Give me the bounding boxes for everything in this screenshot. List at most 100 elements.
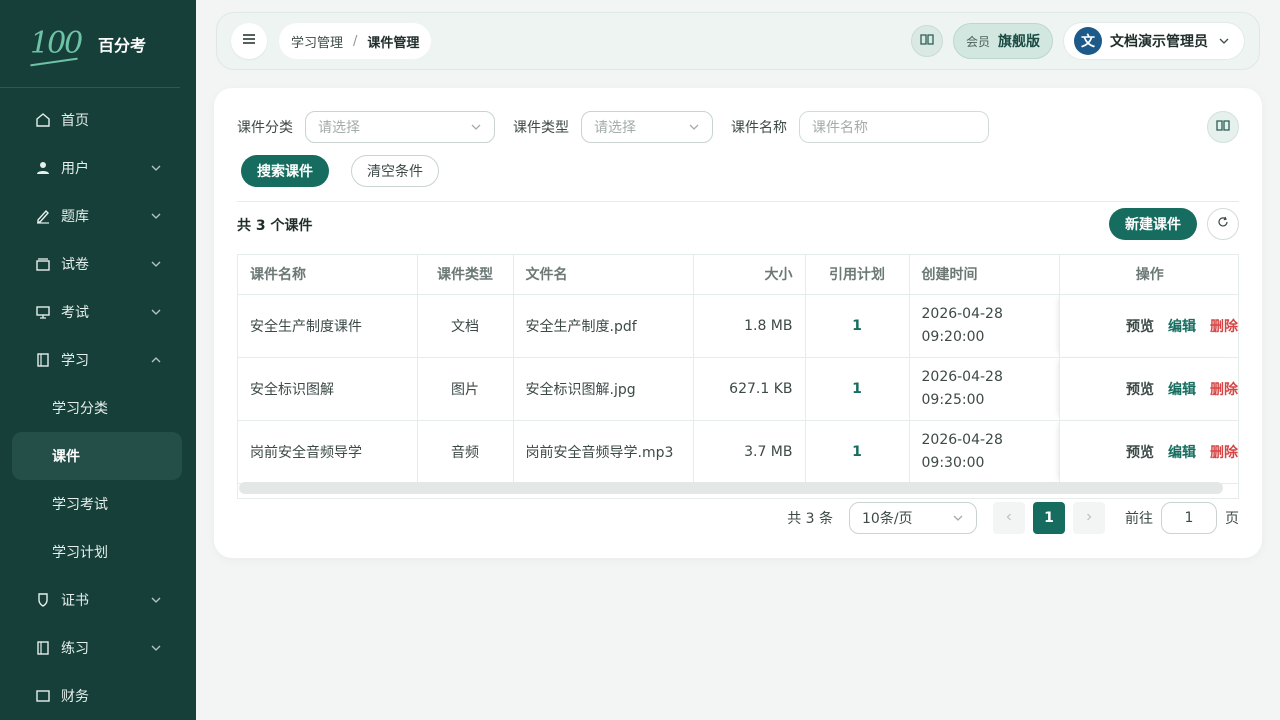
table-row: 岗前安全音频导学 音频 岗前安全音频导学.mp3 3.7 MB 1 2026-0…	[238, 420, 1238, 484]
user-name: 文档演示管理员	[1110, 34, 1208, 50]
cell-refs[interactable]: 1	[805, 420, 910, 484]
sidebar-item-label: 用户	[61, 161, 89, 177]
sidebar-item-papers[interactable]: 试卷	[0, 240, 196, 288]
sidebar-item-study[interactable]: 学习	[0, 336, 196, 384]
breadcrumb-item[interactable]: 学习管理	[291, 32, 343, 51]
sidebar-item-label: 考试	[61, 305, 89, 321]
clear-button[interactable]: 清空条件	[351, 155, 439, 187]
chevron-down-icon	[150, 210, 162, 222]
sidebar-item-label: 题库	[61, 209, 89, 225]
prev-page-button[interactable]	[993, 502, 1025, 534]
cell-created: 2026-04-28 09:30:00	[909, 420, 1060, 484]
help-button[interactable]	[1207, 111, 1239, 143]
sidebar-item-exam[interactable]: 考试	[0, 288, 196, 336]
category-placeholder: 请选择	[318, 120, 360, 136]
chevron-down-icon	[952, 512, 964, 524]
cell-name: 岗前安全音频导学	[238, 420, 418, 484]
preview-button[interactable]: 预览	[1126, 445, 1154, 461]
cell-size: 627.1 KB	[693, 357, 806, 421]
vip-badge[interactable]: 会员 旗舰版	[952, 23, 1053, 59]
cell-type: 文档	[417, 294, 514, 358]
type-placeholder: 请选择	[594, 120, 636, 136]
next-page-button[interactable]	[1073, 502, 1105, 534]
breadcrumb-current: 课件管理	[367, 35, 420, 51]
horizontal-scrollbar[interactable]	[239, 482, 1223, 494]
vip-label: 会员	[965, 34, 990, 49]
guide-button[interactable]	[910, 25, 943, 57]
col-header-type: 课件类型	[417, 255, 514, 295]
chevron-right-icon	[1084, 510, 1094, 526]
created-time: 09:25:00	[921, 391, 985, 408]
cell-type: 音频	[417, 420, 514, 484]
monitor-icon	[34, 303, 52, 321]
col-header-created: 创建时间	[909, 255, 1060, 295]
brand[interactable]: 100 百分考	[0, 0, 180, 88]
sidebar-subitem-courseware[interactable]: 课件	[12, 432, 182, 480]
book-open-icon	[920, 33, 934, 49]
sidebar-item-practice[interactable]: 练习	[0, 624, 196, 672]
sidebar-item-home[interactable]: 首页	[0, 96, 196, 144]
table-row: 安全生产制度课件 文档 安全生产制度.pdf 1.8 MB 1 2026-04-…	[238, 294, 1238, 358]
cell-refs[interactable]: 1	[805, 357, 910, 421]
cell-file: 岗前安全音频导学.mp3	[513, 420, 694, 484]
refresh-button[interactable]	[1207, 208, 1239, 240]
page-number-current[interactable]: 1	[1033, 502, 1065, 534]
breadcrumb-separator: /	[353, 33, 358, 49]
menu-toggle-button[interactable]	[231, 23, 267, 59]
divider	[237, 201, 1239, 202]
edit-button[interactable]: 编辑	[1168, 382, 1196, 398]
avatar: 文	[1074, 27, 1102, 55]
goto-page-input[interactable]: 1	[1161, 502, 1217, 534]
edit-button[interactable]: 编辑	[1168, 319, 1196, 335]
sidebar-subitem-study-plan[interactable]: 学习计划	[0, 528, 196, 576]
page-size-value: 10条/页	[862, 511, 913, 527]
sidebar-item-label: 首页	[61, 113, 89, 129]
sidebar-subitem-study-category[interactable]: 学习分类	[0, 384, 196, 432]
sidebar-item-finance[interactable]: 财务	[0, 672, 196, 720]
sidebar-item-label: 练习	[61, 641, 89, 657]
preview-button[interactable]: 预览	[1126, 319, 1154, 335]
created-date: 2026-04-28	[921, 431, 1003, 448]
table-header-row: 课件名称 课件类型 文件名 大小 引用计划 创建时间 操作	[238, 255, 1238, 295]
chevron-down-icon	[470, 121, 482, 133]
sidebar-nav: 首页 用户 题库 试卷 考试 学习 学习分类 课件 学习考试 学习计划 证书 练…	[0, 88, 196, 720]
sidebar-item-user[interactable]: 用户	[0, 144, 196, 192]
brand-logo: 100	[30, 26, 88, 61]
new-courseware-button[interactable]: 新建课件	[1109, 208, 1197, 240]
preview-button[interactable]: 预览	[1126, 382, 1154, 398]
sidebar-subitem-study-exam[interactable]: 学习考试	[0, 480, 196, 528]
courseware-count: 共 3 个课件	[237, 218, 313, 234]
goto-label: 前往	[1125, 511, 1153, 527]
book-icon	[34, 639, 52, 657]
delete-button[interactable]: 删除	[1210, 445, 1238, 461]
created-date: 2026-04-28	[921, 305, 1003, 322]
page-size-select[interactable]: 10条/页	[849, 502, 977, 534]
filter-bar: 课件分类 请选择 课件类型 请选择 课件名称 课件名称	[237, 111, 989, 143]
delete-button[interactable]: 删除	[1210, 382, 1238, 398]
sidebar-item-question-bank[interactable]: 题库	[0, 192, 196, 240]
col-header-size: 大小	[693, 255, 806, 295]
breadcrumb: 学习管理 / 课件管理	[279, 23, 432, 59]
hamburger-icon	[242, 33, 256, 49]
chevron-down-icon	[150, 642, 162, 654]
chevron-down-icon	[1218, 35, 1230, 47]
sidebar-item-label: 财务	[61, 689, 89, 705]
col-header-file: 文件名	[513, 255, 694, 295]
delete-button[interactable]: 删除	[1210, 319, 1238, 335]
user-icon	[34, 159, 52, 177]
cell-created: 2026-04-28 09:25:00	[909, 357, 1060, 421]
created-date: 2026-04-28	[921, 368, 1003, 385]
search-button[interactable]: 搜索课件	[241, 155, 329, 187]
category-select[interactable]: 请选择	[305, 111, 495, 143]
cell-actions: 预览 编辑 删除	[1059, 294, 1238, 358]
cell-refs[interactable]: 1	[805, 294, 910, 358]
courseware-table: 课件名称 课件类型 文件名 大小 引用计划 创建时间 操作 安全生产制度课件 文…	[237, 254, 1239, 499]
page-word: 页	[1225, 511, 1239, 527]
name-input[interactable]: 课件名称	[799, 111, 989, 143]
sidebar-item-label: 学习	[61, 353, 89, 369]
type-select[interactable]: 请选择	[581, 111, 713, 143]
user-menu[interactable]: 文 文档演示管理员	[1063, 22, 1245, 60]
edit-button[interactable]: 编辑	[1168, 445, 1196, 461]
cell-file: 安全生产制度.pdf	[513, 294, 694, 358]
sidebar-item-certificate[interactable]: 证书	[0, 576, 196, 624]
